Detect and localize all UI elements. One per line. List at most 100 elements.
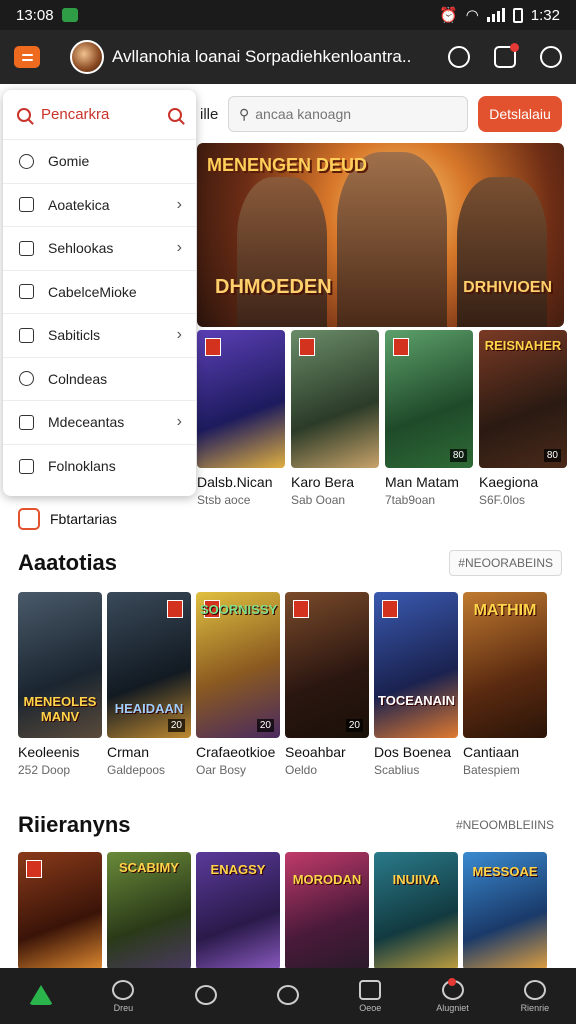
game-title: Karo Bera <box>291 474 355 490</box>
game-cover: SOORNISSY 20 <box>196 592 280 738</box>
game-title: Seoahbar <box>285 744 346 760</box>
nav-tv[interactable]: Oeoe <box>329 968 411 1024</box>
favorites-label: Fbtartarias <box>50 511 117 527</box>
chevron-right-icon: › <box>176 326 182 344</box>
game-subtitle: Stsb aoce <box>197 493 251 507</box>
game-cover: MORODAN <box>285 852 369 970</box>
favorites-link[interactable]: Fbtartarias <box>18 508 117 530</box>
section-cards: SCABIMY ENAGSY MORODAN INUIIVA MESSOAE <box>18 852 576 970</box>
see-all-button[interactable]: #NEOOMBLEIINS <box>448 812 562 838</box>
game-controller-icon[interactable] <box>448 46 470 68</box>
hero-banner[interactable]: MENENGEN DEUD DHMOEDEN DRHIVIOEN <box>197 143 564 327</box>
platform-badge <box>205 338 221 356</box>
navigation-drawer: Pencarkra Gomie Aoatekica › Sehlookas › … <box>3 90 196 496</box>
drawer-item-cabelcemioke[interactable]: CabelceMioke <box>3 271 196 314</box>
rating-badge: 20 <box>345 719 363 732</box>
nav-profile[interactable]: Rienrie <box>494 968 576 1024</box>
game-cover <box>291 330 379 468</box>
wifi-icon: ◠ <box>465 7 479 24</box>
drawer-item-aoatekica[interactable]: Aoatekica › <box>3 184 196 227</box>
game-card[interactable] <box>18 852 102 970</box>
section-title: Aaatotias <box>18 550 118 575</box>
cover-title: REISNAHER <box>484 338 562 353</box>
avatar[interactable] <box>70 40 104 74</box>
game-cover: MESSOAE <box>463 852 547 970</box>
gear-icon <box>19 371 34 387</box>
signal-icon <box>486 8 505 22</box>
search-icon: ⚲ <box>239 105 250 122</box>
drawer-item-gomie[interactable]: Gomie <box>3 140 196 184</box>
nav-home[interactable] <box>0 968 82 1024</box>
nav-search[interactable] <box>165 968 247 1024</box>
game-cover: 80 <box>385 330 473 468</box>
search-input-wrapper[interactable]: ⚲ <box>228 96 468 132</box>
cover-title: MATHIM <box>473 602 537 619</box>
cover-title: MESSOAE <box>472 864 538 879</box>
game-card[interactable]: MORODAN <box>285 852 369 970</box>
drawer-item-label: Sehlookas <box>48 240 114 257</box>
drawer-item-sabiticls[interactable]: Sabiticls › <box>3 314 196 358</box>
rating-badge: 20 <box>167 719 185 732</box>
game-card[interactable]: MESSOAE <box>463 852 547 970</box>
game-cover: HEAIDAAN 20 <box>107 592 191 738</box>
box-icon <box>19 327 34 343</box>
details-button[interactable]: Detslalaiu <box>478 96 562 132</box>
game-card[interactable]: REISNAHER 80 Kaegiona S6F.0los <box>479 330 567 507</box>
cover-title: MORODAN <box>292 872 362 887</box>
game-title: Crafaeotkioe <box>196 744 276 760</box>
chevron-right-icon: › <box>176 239 182 257</box>
game-title: Kaegiona <box>479 474 539 490</box>
menu-icon[interactable] <box>14 46 40 68</box>
game-card[interactable]: ENAGSY <box>196 852 280 970</box>
game-card[interactable]: MENEOLES MANV Keoleenis 252 Doop <box>18 592 102 777</box>
platform-badge <box>167 600 183 618</box>
section-header: Riieranyns #NEOOMBLEIINS <box>18 812 562 838</box>
notification-icon[interactable] <box>494 43 519 68</box>
nav-settings[interactable]: Dreu <box>82 968 164 1024</box>
game-cover: 20 <box>285 592 369 738</box>
nav-label: Rienrie <box>520 1002 550 1013</box>
platform-badge <box>382 600 398 618</box>
hero-title-top: MENENGEN DEUD <box>207 155 368 175</box>
game-subtitle: S6F.0los <box>479 493 526 507</box>
game-icon <box>19 153 34 169</box>
drawer-search-label: Pencarkra <box>41 106 110 123</box>
search-icon[interactable] <box>168 107 182 122</box>
drawer-item-label: Colndeas <box>48 370 108 387</box>
cover-title: ENAGSY <box>210 862 266 877</box>
game-card[interactable]: Karo Bera Sab Ooan <box>291 330 379 507</box>
game-card[interactable]: 20 Seoahbar Oeldo <box>285 592 369 777</box>
game-subtitle: 252 Doop <box>18 763 71 777</box>
gear-icon <box>112 979 135 1000</box>
cover-title: INUIIVA <box>392 872 440 887</box>
game-title: Dalsb.Nican <box>197 474 273 490</box>
drawer-search[interactable]: Pencarkra <box>3 90 196 140</box>
game-subtitle: Oar Bosy <box>196 763 247 777</box>
game-card[interactable]: INUIIVA <box>374 852 458 970</box>
game-card[interactable]: HEAIDAAN 20 Crman Galdepoos <box>107 592 191 777</box>
nav-label: Dreu <box>113 1002 134 1013</box>
search-input[interactable] <box>255 106 446 122</box>
drawer-item-colndeas[interactable]: Colndeas <box>3 358 196 401</box>
game-card[interactable]: TOCEANAIN Dos Boenea Scablius <box>374 592 458 777</box>
game-subtitle: Batespiem <box>463 763 520 777</box>
drawer-item-label: Gomie <box>48 153 90 170</box>
drawer-item-label: Aoatekica <box>48 196 110 213</box>
status-time-right: 1:32 <box>530 6 560 24</box>
game-card[interactable]: SOORNISSY 20 Crafaeotkioe Oar Bosy <box>196 592 280 777</box>
drawer-item-sehlookas[interactable]: Sehlookas › <box>3 227 196 271</box>
see-all-button[interactable]: #NEOORABEINS <box>449 550 562 576</box>
game-card[interactable]: Dalsb.Nican Stsb aoce <box>197 330 285 507</box>
hero-title-right: DRHIVIOEN <box>463 279 552 296</box>
nav-shield[interactable] <box>247 968 329 1024</box>
drawer-item-mdeceantas[interactable]: Mdeceantas › <box>3 401 196 445</box>
search-icon[interactable] <box>540 46 562 68</box>
rating-badge: 80 <box>449 449 467 462</box>
drawer-item-folnoklans[interactable]: Folnoklans <box>3 445 196 489</box>
nav-notifications[interactable]: Alugniet <box>411 968 493 1024</box>
game-card[interactable]: SCABIMY <box>107 852 191 970</box>
tv-icon <box>359 979 382 1000</box>
game-subtitle: Oeldo <box>285 763 318 777</box>
game-card[interactable]: MATHIM Cantiaan Batespiem <box>463 592 547 777</box>
game-card[interactable]: 80 Man Matam 7tab9oan <box>385 330 473 507</box>
